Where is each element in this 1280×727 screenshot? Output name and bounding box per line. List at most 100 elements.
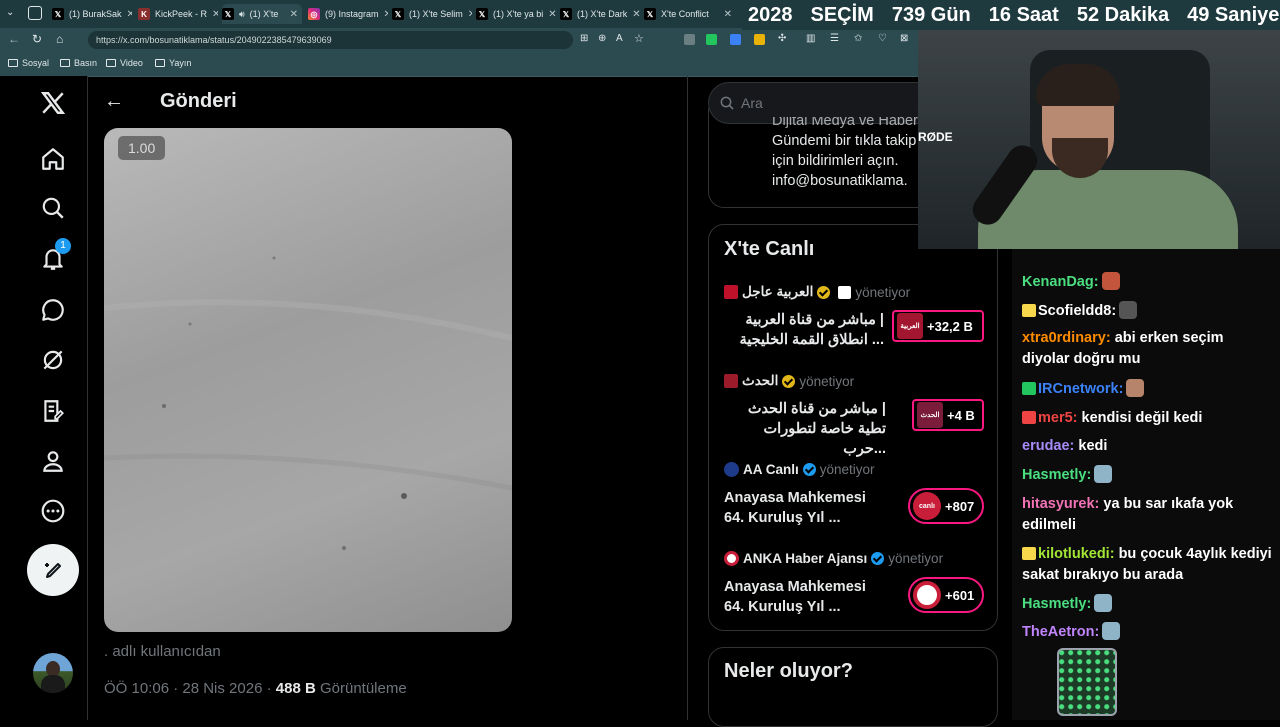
broadcast-title-line: تطية خاصة لتطورات حرب... — [763, 421, 886, 457]
lists-icon[interactable] — [38, 396, 68, 426]
compose-post-button[interactable] — [27, 544, 79, 596]
chat-emote-icon — [1101, 272, 1120, 290]
tab-label: (1) X'te Selim — [409, 9, 463, 19]
close-tab-icon[interactable]: ✕ — [468, 9, 472, 20]
profile-icon[interactable] — [38, 446, 68, 476]
chat-badge-icon — [1022, 547, 1036, 560]
more-options-icon[interactable] — [38, 496, 68, 526]
browser-tab[interactable]: 𝕏 X'te Conflict ✕ — [644, 4, 736, 24]
page-title: Gönderi — [160, 90, 237, 112]
url-field[interactable]: https://x.com/bosunatiklama/status/20490… — [88, 31, 573, 49]
tab-menu-chevron-icon[interactable]: ⌄ — [6, 7, 20, 21]
chat-message: Hasmetly: — [1022, 465, 1272, 486]
close-tab-icon[interactable]: ✕ — [290, 9, 302, 20]
x-favicon-icon: 𝕏 — [222, 8, 234, 20]
broadcast-title: Anayasa Mahkemesi 64. Kuruluş Yıl ... — [724, 488, 894, 528]
chat-badge-icon — [1022, 304, 1036, 317]
favorite-star-icon[interactable]: ☆ — [634, 32, 644, 45]
close-tab-icon[interactable]: ✕ — [212, 9, 218, 20]
split-screen-icon[interactable]: ▥ — [806, 33, 815, 44]
live-section-title: X'te Canlı — [724, 238, 815, 260]
browser-tab[interactable]: K KickPeek - R ✕ — [138, 4, 218, 24]
host-avatar — [724, 551, 739, 566]
performance-icon[interactable]: ♡ — [878, 33, 887, 44]
reload-icon[interactable]: ↻ — [32, 32, 42, 46]
favorites-icon[interactable]: ☰ — [830, 33, 839, 44]
close-tab-icon[interactable]: ✕ — [632, 9, 640, 20]
host-avatar — [724, 462, 739, 477]
post-video-player[interactable]: 1.00 — [104, 128, 512, 632]
chat-username: KenanDag: — [1022, 274, 1099, 290]
bookmark-folder[interactable]: Basın — [60, 58, 97, 68]
broadcast-title-line: انطلاق القمة الخليجية ... — [739, 332, 884, 348]
bookmark-folder[interactable]: Sosyal — [8, 58, 49, 68]
home-icon[interactable] — [38, 144, 68, 174]
x-logo-icon[interactable] — [38, 88, 68, 118]
post-timestamp[interactable]: ÖÖ 10:06 · 28 Nis 2026 · — [104, 680, 272, 697]
bookmark-folder[interactable]: Video — [106, 58, 143, 68]
chat-username: hitasyurek: — [1022, 496, 1100, 512]
extension-icon[interactable] — [706, 34, 717, 45]
listener-count: +601 — [945, 587, 975, 603]
extension-icon[interactable] — [754, 34, 765, 45]
zoom-icon[interactable]: ⊕ — [598, 33, 606, 44]
browser-tab[interactable]: 𝕏 (1) X'te ya bi ✕ — [476, 4, 556, 24]
post-attribution: . adlı kullanıcıdan — [104, 643, 221, 660]
back-arrow-icon[interactable]: ← — [104, 90, 124, 113]
browser-tab[interactable]: 𝕏 (1) X'te Selim ✕ — [392, 4, 472, 24]
chat-text: kedi — [1078, 438, 1108, 454]
explore-search-icon[interactable] — [38, 193, 68, 223]
browser-essentials-icon[interactable]: ⊠ — [900, 33, 908, 44]
live-thumbnail: canlı — [913, 492, 941, 520]
x-favicon-icon: 𝕏 — [644, 8, 656, 20]
close-tab-icon[interactable]: ✕ — [384, 9, 388, 20]
grok-icon[interactable] — [38, 345, 68, 375]
broadcast-title-line: 64. Kuruluş Yıl ... — [724, 599, 841, 615]
playback-speed-badge[interactable]: 1.00 — [118, 136, 166, 160]
collections-icon[interactable]: ✩ — [854, 33, 862, 44]
close-tab-icon[interactable]: ✕ — [548, 9, 556, 20]
live-broadcast-item[interactable]: AA Canlı yönetiyor Anayasa Mahkemesi 64.… — [724, 462, 984, 532]
broadcast-title: مباشر من قناة الحدث | تطية خاصة لتطورات … — [724, 399, 886, 459]
chat-emote-icon — [1119, 301, 1138, 319]
broadcast-host: الحدث yönetiyor — [724, 373, 984, 389]
live-broadcast-item[interactable]: العربية عاجل yönetiyor مباشر من قناة الع… — [724, 284, 984, 350]
read-aloud-icon[interactable]: A — [616, 33, 623, 44]
bookmark-folder[interactable]: Yayın — [155, 58, 191, 68]
account-avatar[interactable] — [33, 653, 73, 693]
close-tab-icon[interactable]: ✕ — [127, 9, 132, 20]
listener-count: +32,2 B — [927, 318, 973, 334]
chat-text: kendisi değil kedi — [1081, 410, 1203, 426]
browser-tab[interactable]: 𝕏 (1) BurakSak ✕ — [52, 4, 132, 24]
browser-tab[interactable]: ◎ (9) Instagram ✕ — [308, 4, 388, 24]
chat-badge-icon — [1022, 382, 1036, 395]
broadcast-title-line: مباشر من قناة الحدث | — [747, 401, 886, 417]
promo-line[interactable]: info@bosunatiklama. — [772, 171, 918, 191]
notifications-bell-icon[interactable]: 1 — [38, 238, 71, 274]
close-tab-icon[interactable]: ✕ — [724, 9, 736, 20]
chat-emote-icon — [1094, 594, 1113, 612]
folder-icon — [155, 59, 165, 67]
extension-icon[interactable] — [730, 34, 741, 45]
broadcast-title-line: 64. Kuruluş Yıl ... — [724, 510, 841, 526]
grok-chat-icon[interactable] — [38, 295, 68, 325]
speaker-icon[interactable]: 🔊︎ — [239, 9, 245, 20]
extensions-puzzle-icon[interactable]: ✣ — [778, 33, 786, 44]
extension-icon[interactable] — [684, 34, 695, 45]
live-broadcast-item[interactable]: الحدث yönetiyor مباشر من قناة الحدث | تط… — [724, 373, 984, 457]
views-count: 488 B — [275, 680, 316, 697]
live-broadcast-item[interactable]: ANKA Haber Ajansı yönetiyor Anayasa Mahk… — [724, 551, 984, 621]
back-icon[interactable]: ← — [8, 32, 20, 46]
host-name: الحدث — [742, 373, 779, 388]
extension-icon[interactable]: ⊞ — [580, 33, 588, 44]
browser-tab-active[interactable]: 𝕏 🔊︎ (1) X'te ✕ — [222, 4, 302, 24]
chat-username: xtra0rdinary: — [1022, 330, 1111, 346]
workspaces-icon[interactable] — [28, 6, 42, 20]
home-icon[interactable]: ⌂ — [56, 32, 63, 46]
browser-tab[interactable]: 𝕏 (1) X'te Dark ✕ — [560, 4, 640, 24]
x-favicon-icon: 𝕏 — [392, 8, 404, 20]
rode-mic-logo: RØDE — [918, 130, 953, 144]
countdown-seconds: 49 Saniye — [1187, 3, 1280, 26]
tab-label: KickPeek - R — [155, 9, 208, 19]
broadcast-title: مباشر من قناة العربية | انطلاق القمة الخ… — [724, 310, 884, 350]
